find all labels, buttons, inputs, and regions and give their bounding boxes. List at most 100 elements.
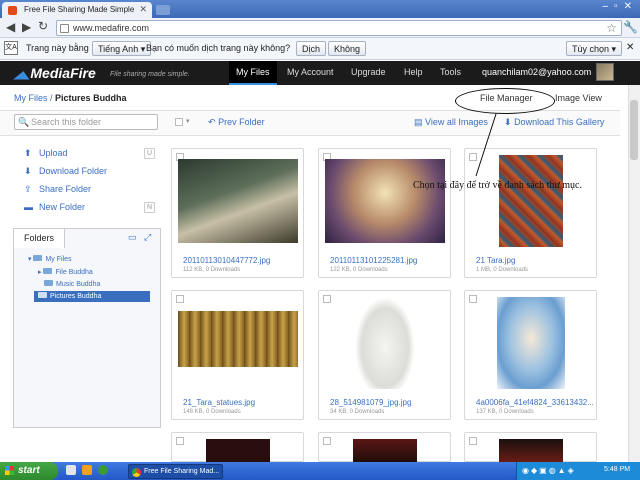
reload-icon[interactable]: ↻ [38,19,48,33]
upload-shortcut-badge: U [144,148,155,159]
scrollbar-thumb[interactable] [630,100,638,160]
nav-upgrade[interactable]: Upgrade [351,67,386,77]
file-thumbnail[interactable] [499,155,563,247]
file-thumbnail[interactable] [325,159,445,243]
start-button[interactable]: start [0,462,58,480]
tree-item-file-buddha[interactable]: ▸ File Buddha [38,268,93,276]
folder-icon [44,280,53,286]
translate-button[interactable]: Dịch [296,41,327,56]
language-select[interactable]: Tiếng Anh ▾ [92,41,152,56]
folder-icon [38,292,47,298]
download-folder-button[interactable]: ⬇ Download Folder [24,166,107,177]
file-name[interactable]: 4a0006fa_41ef4824_33613432... [476,398,594,407]
back-icon[interactable]: ◀ [6,20,15,34]
search-icon: 🔍 [18,117,30,127]
file-checkbox[interactable] [176,437,184,445]
file-checkbox[interactable] [469,295,477,303]
nav-my-files[interactable]: My Files [229,61,277,85]
quicklaunch-icon[interactable] [82,465,92,475]
file-name[interactable]: 21_Tara_statues.jpg [183,398,255,407]
tab-title: Free File Sharing Made Simple [24,5,135,14]
search-input[interactable]: 🔍 Search this folder [14,114,158,130]
file-checkbox[interactable] [176,295,184,303]
file-name[interactable]: 20110113010447772.jpg [183,256,270,265]
file-name[interactable]: 28_514981079_jpg.jpg [330,398,411,407]
options-button[interactable]: Tùy chọn ▾ [566,41,623,56]
prev-folder-button[interactable]: ↶ Prev Folder [208,117,265,128]
file-card[interactable] [318,432,451,463]
tree-item-my-files[interactable]: ▾ My Files [28,255,72,263]
options-button-label: Tùy chọn [572,44,610,54]
download-gallery-button[interactable]: ⬇ Download This Gallery [504,117,604,128]
folders-tab[interactable]: Folders [13,228,65,248]
file-meta: 34 KB, 0 Downloads [330,409,385,415]
file-checkbox[interactable] [469,437,477,445]
share-folder-button[interactable]: ⇪ Share Folder [24,184,91,195]
wrench-icon[interactable]: 🔧 [623,20,638,34]
bookmark-star-icon[interactable]: ☆ [606,21,617,35]
avatar[interactable] [596,63,614,81]
file-card[interactable]: 20110113010447772.jpg 112 KB, 0 Download… [171,148,304,278]
file-thumbnail[interactable] [355,297,415,389]
annotation-oval [455,88,555,114]
window-controls[interactable]: –▫✕ [603,1,639,12]
language-select-label: Tiếng Anh [98,44,139,54]
folder-icon [33,255,43,261]
select-all-checkbox[interactable] [175,118,183,126]
taskbar-clock: 5:48 PM [604,466,631,473]
close-translate-icon[interactable]: ✕ [626,42,634,53]
file-thumbnail[interactable] [353,439,417,463]
address-bar[interactable]: www.medafire.com ☆ [56,20,622,36]
tray-icons[interactable]: ◉◆▣◍▲◈ [522,466,576,475]
browser-tab[interactable]: Free File Sharing Made Simple ✕ [2,2,152,18]
favicon-icon [8,6,17,15]
file-meta: 112 KB, 0 Downloads [183,267,241,273]
new-folder-icon: ▬ [24,202,33,212]
tree-item-pictures-buddha[interactable]: Pictures Buddha [34,291,150,302]
mediafire-logo[interactable]: ◢◣MediaFire [14,65,96,81]
file-card[interactable]: 4a0006fa_41ef4824_33613432... 137 KB, 0 … [464,290,597,420]
upload-button[interactable]: ⬆ Upload [24,148,68,159]
new-tab-button[interactable] [156,5,170,15]
file-card[interactable] [171,432,304,463]
download-folder-icon: ⬇ [24,166,32,176]
breadcrumb-root[interactable]: My Files [14,93,48,103]
close-tab-icon[interactable]: ✕ [139,4,147,15]
nav-tools[interactable]: Tools [440,67,461,77]
file-thumbnail[interactable] [178,311,298,367]
file-card[interactable]: 28_514981079_jpg.jpg 34 KB, 0 Downloads [318,290,451,420]
tree-item-music-buddha[interactable]: Music Buddha [44,280,100,288]
share-icon: ⇪ [24,184,32,194]
quicklaunch-icon[interactable] [98,465,108,475]
breadcrumb-separator: / [50,93,53,103]
user-email[interactable]: quanchilam02@yahoo.com [482,67,591,77]
nav-help[interactable]: Help [404,67,423,77]
quicklaunch-icon[interactable] [66,465,76,475]
page-icon [60,24,69,33]
file-card[interactable]: 21_Tara_statues.jpg 148 KB, 0 Downloads [171,290,304,420]
translate-prompt: Trang này bằng [26,43,89,53]
nav-my-account[interactable]: My Account [287,67,334,77]
file-thumbnail[interactable] [178,159,298,243]
file-card[interactable] [464,432,597,463]
taskbar-chrome-window[interactable]: Free File Sharing Mad... [128,464,223,479]
folder-options-icon[interactable]: ▭ [128,232,137,243]
file-name[interactable]: 20110113101225281.jpg [330,256,417,265]
file-meta: 1 MB, 0 Downloads [476,267,529,273]
file-thumbnail[interactable] [499,439,563,463]
new-folder-button[interactable]: ▬ New Folder [24,202,85,212]
file-thumbnail[interactable] [497,297,565,389]
file-checkbox[interactable] [323,437,331,445]
file-thumbnail[interactable] [206,439,270,463]
no-translate-button[interactable]: Không [328,41,367,56]
image-view-tab[interactable]: Image View [555,93,602,103]
select-dropdown-icon[interactable]: ▾ [186,117,190,125]
download-icon: ⬇ [504,117,512,127]
file-name[interactable]: 21 Tara.jpg [476,256,515,265]
forward-icon[interactable]: ▶ [22,20,31,34]
file-checkbox[interactable] [323,295,331,303]
file-meta: 148 KB, 0 Downloads [183,409,241,415]
file-card[interactable]: 20110113101225281.jpg 122 KB, 0 Download… [318,148,451,278]
annotation-text: Chọn tại đây để trở về danh sách thư mục… [413,180,582,191]
expand-icon[interactable]: ⤢ [144,232,151,243]
